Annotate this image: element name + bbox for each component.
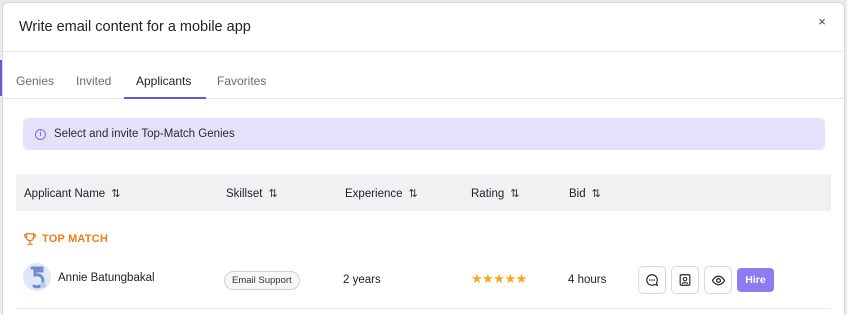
view-profile-button[interactable] xyxy=(671,266,699,294)
tab-invited[interactable]: Invited xyxy=(76,74,111,88)
trophy-icon xyxy=(24,233,36,245)
info-banner: i Select and invite Top-Match Genies xyxy=(23,118,825,150)
info-icon: i xyxy=(35,128,46,140)
hire-button[interactable]: Hire xyxy=(737,268,774,292)
top-match-text: TOP MATCH xyxy=(42,233,108,245)
table-header: Applicant Name ⇅ Skillset ⇅ Experience ⇅ Ra… xyxy=(16,174,831,211)
chat-icon xyxy=(646,274,659,287)
avatar[interactable] xyxy=(23,263,51,291)
sort-icon[interactable]: ⇅ xyxy=(510,188,519,200)
tab-bar: Genies Invited Applicants Favorites xyxy=(3,52,844,99)
column-header-rating[interactable]: Rating ⇅ xyxy=(471,187,519,200)
tab-applicants[interactable]: Applicants xyxy=(136,74,191,88)
column-header-skillset[interactable]: Skillset ⇅ xyxy=(226,187,278,200)
modal-title: Write email content for a mobile app xyxy=(19,19,251,35)
bid-value: 4 hours xyxy=(568,274,607,286)
modal-header: Write email content for a mobile app × xyxy=(3,3,844,52)
skill-badge: Email Support xyxy=(224,271,300,290)
sort-icon[interactable]: ⇅ xyxy=(592,188,601,200)
preview-button[interactable] xyxy=(704,266,732,294)
applicant-name[interactable]: Annie Batungbakal xyxy=(58,272,155,284)
column-header-applicant-name[interactable]: Applicant Name ⇅ xyxy=(24,187,120,200)
info-banner-text: Select and invite Top-Match Genies xyxy=(54,128,235,140)
profile-card-icon xyxy=(679,274,691,286)
active-tab-indicator xyxy=(124,97,206,99)
message-button[interactable] xyxy=(638,266,666,294)
sort-icon[interactable]: ⇅ xyxy=(409,188,418,200)
rating-stars: ★★★★★ xyxy=(471,271,527,286)
tab-favorites[interactable]: Favorites xyxy=(217,74,266,88)
experience-value: 2 years xyxy=(343,274,381,286)
eye-icon xyxy=(711,275,725,285)
avatar-image xyxy=(23,263,51,291)
sort-icon[interactable]: ⇅ xyxy=(111,188,120,200)
table-row: Annie Batungbakal Email Support 2 years … xyxy=(16,259,831,309)
tab-genies[interactable]: Genies xyxy=(16,74,54,88)
close-icon[interactable]: × xyxy=(814,14,830,30)
column-header-experience[interactable]: Experience ⇅ xyxy=(345,187,418,200)
top-match-section-label: TOP MATCH xyxy=(23,232,108,246)
sort-icon[interactable]: ⇅ xyxy=(268,188,277,200)
column-header-bid[interactable]: Bid ⇅ xyxy=(569,187,601,200)
applicants-modal: Write email content for a mobile app × G… xyxy=(2,2,845,315)
